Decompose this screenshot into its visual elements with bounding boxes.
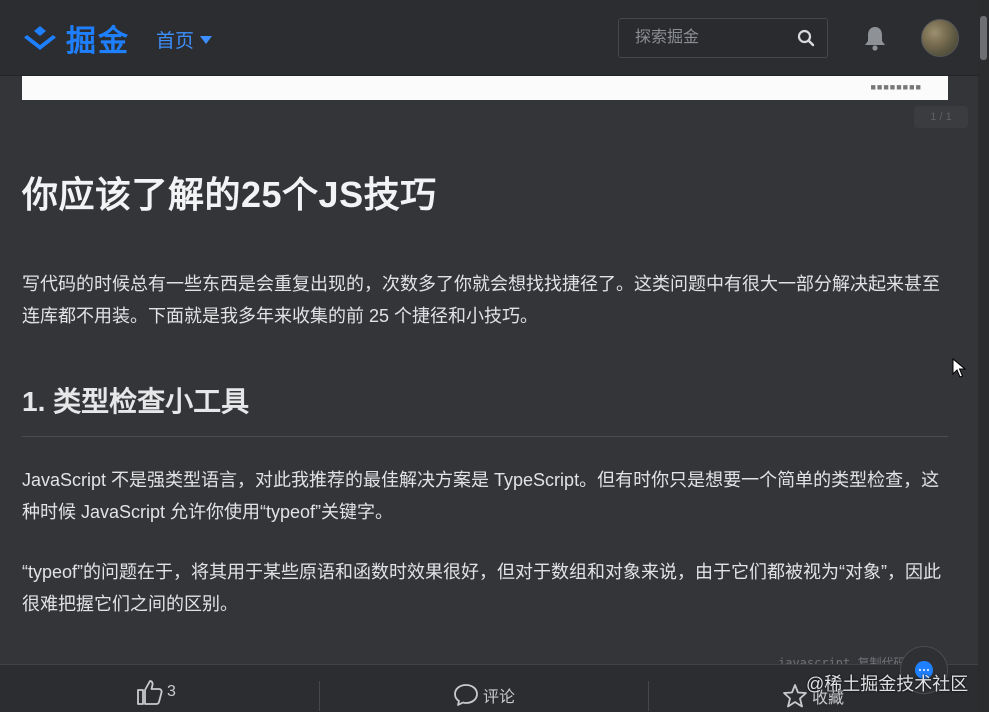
comment-button[interactable]: 评论 — [453, 683, 515, 707]
article-title: 你应该了解的25个JS技巧 — [22, 174, 437, 215]
article-paragraph-1: JavaScript 不是强类型语言，对此我推荐的最佳解决方案是 TypeScr… — [22, 470, 940, 522]
site-watermark: @稀土掘金技术社区 — [806, 674, 969, 694]
article-paragraph-2: “typeof”的问题在于，将其用于某些原语和函数时效果很好，但对于数组和对象来… — [22, 562, 942, 614]
image-page-tag: 1 / 1 — [914, 106, 968, 128]
avatar[interactable] — [921, 19, 959, 57]
bell-icon[interactable] — [862, 24, 888, 52]
like-button[interactable]: 3 — [135, 677, 176, 707]
search-input[interactable] — [619, 19, 789, 57]
star-icon — [783, 684, 807, 708]
comment-label: 评论 — [483, 689, 516, 706]
top-header: 掘金 首页 — [0, 0, 978, 76]
bar-divider — [648, 681, 649, 711]
nav-home-label: 首页 — [156, 31, 195, 52]
thumbs-up-icon — [137, 680, 163, 705]
logo-text: 掘金 — [66, 25, 130, 58]
like-count: 3 — [167, 683, 176, 700]
search-box[interactable] — [618, 18, 828, 58]
heading-divider — [22, 436, 948, 437]
nav-home-dropdown[interactable]: 首页 — [156, 26, 213, 53]
article-intro: 写代码的时候总有一些东西是会重复出现的，次数多了你就会想找找捷径了。这类问题中有… — [22, 274, 940, 326]
mouse-cursor-icon — [952, 358, 966, 378]
article-cover-image: ■■■■■■■■ — [22, 76, 948, 100]
comment-icon — [454, 684, 478, 706]
juejin-logo-icon — [24, 26, 56, 50]
scrollbar[interactable] — [978, 0, 989, 712]
search-icon[interactable] — [797, 29, 815, 47]
section-heading: 1. 类型检查小工具 — [22, 386, 250, 417]
caret-down-icon — [200, 35, 213, 44]
juejin-logo[interactable]: 掘金 — [22, 16, 130, 60]
image-watermark: ■■■■■■■■ — [870, 82, 922, 92]
bar-divider — [319, 681, 320, 711]
scrollbar-thumb[interactable] — [980, 16, 987, 60]
